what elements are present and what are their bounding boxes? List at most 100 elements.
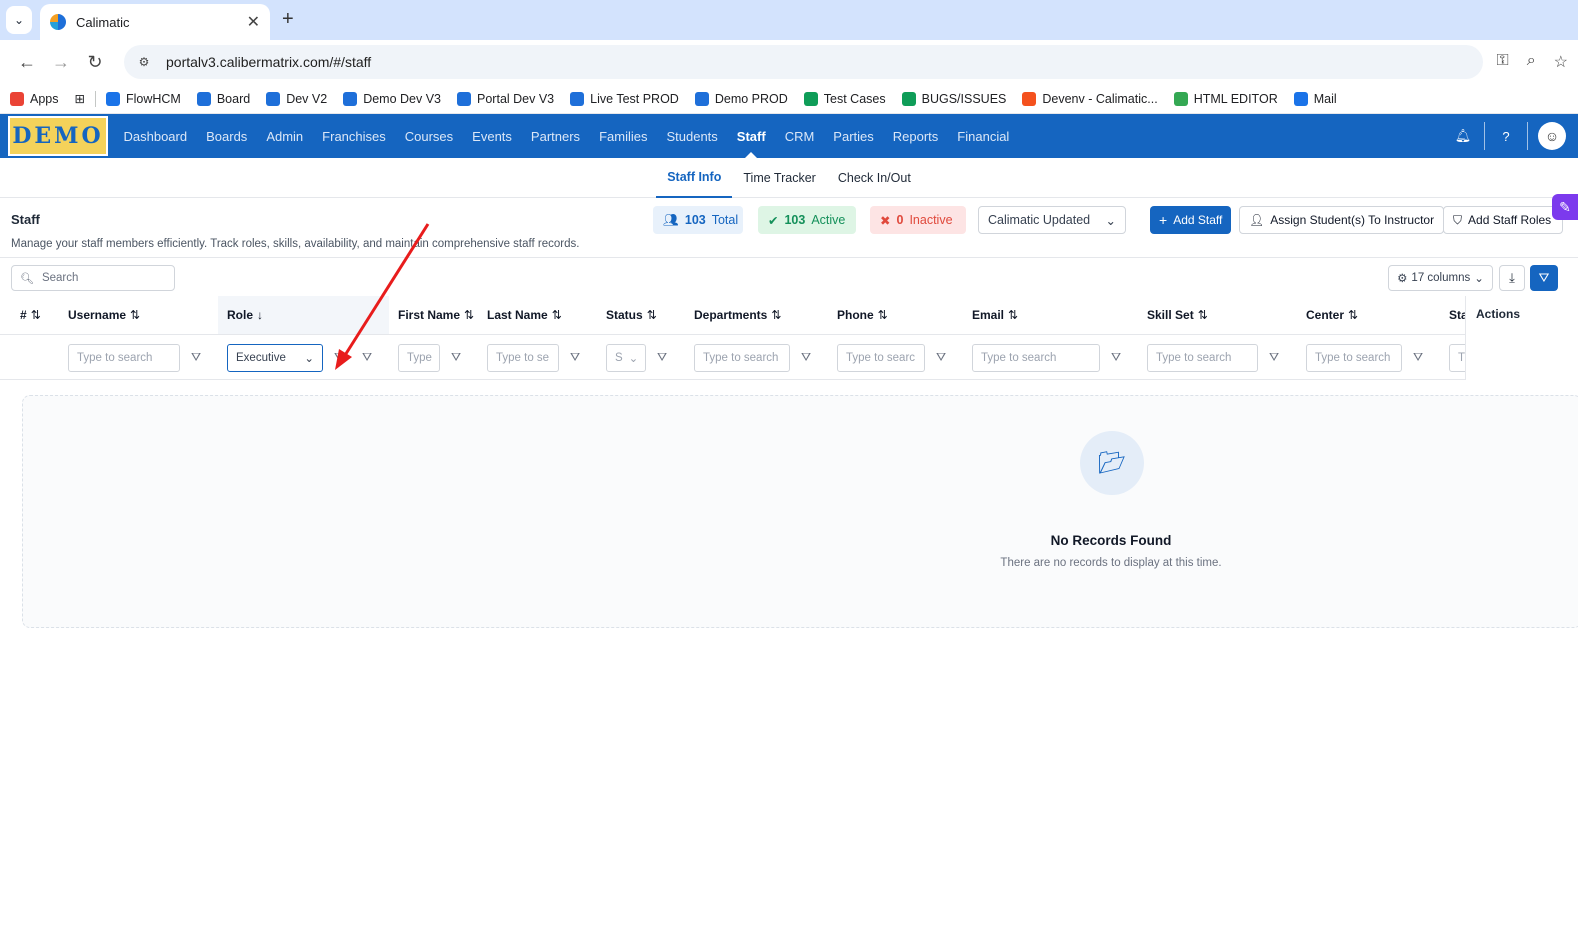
bookmark-item[interactable]: FlowHCM xyxy=(105,91,181,106)
bookmark-item[interactable]: Board xyxy=(196,91,250,106)
filter-icon[interactable]: ⛛ xyxy=(191,350,201,365)
tab-groups-icon[interactable]: ⊞ xyxy=(75,91,85,106)
filter-icon[interactable]: ⛛ xyxy=(657,350,667,365)
nav-item-boards[interactable]: Boards xyxy=(197,114,257,158)
col-header-role[interactable]: Role ↓ xyxy=(227,296,263,334)
subtab-staff-info[interactable]: Staff Info xyxy=(656,158,733,198)
demo-logo[interactable]: DEMO xyxy=(8,116,108,156)
col-header-skill-set[interactable]: Skill Set ⇅ xyxy=(1147,296,1208,334)
new-tab-icon[interactable]: + xyxy=(282,8,294,31)
avatar[interactable]: ☺ xyxy=(1538,122,1566,150)
bookmark-item[interactable]: Test Cases xyxy=(803,91,886,106)
bookmark-item[interactable]: HTML EDITOR xyxy=(1173,91,1278,106)
nav-item-families[interactable]: Families xyxy=(590,114,657,158)
download-icon[interactable]: ⤓ xyxy=(1499,265,1525,291)
search-input[interactable]: 🔍︎ Search xyxy=(11,265,175,291)
col-header-last-name[interactable]: Last Name ⇅ xyxy=(487,296,562,334)
filter-icon[interactable]: ⛛ xyxy=(1413,350,1423,365)
bookmark-item[interactable]: Demo Dev V3 xyxy=(343,91,441,106)
col-header-index[interactable]: # ⇅ xyxy=(20,296,41,334)
nav-item-franchises[interactable]: Franchises xyxy=(313,114,396,158)
bookmark-item[interactable]: Demo PROD xyxy=(694,91,788,106)
help-icon[interactable]: ? xyxy=(1485,129,1527,144)
assign-students-button[interactable]: 👤︎ Assign Student(s) To Instructor xyxy=(1239,206,1445,234)
role-filter-select[interactable]: Executive ⌄ xyxy=(227,344,323,372)
nav-item-partners[interactable]: Partners xyxy=(521,114,589,158)
grid-toolbar: 🔍︎ Search ⚙ 17 columns ⌄ ⤓ ⛛ xyxy=(0,258,1578,296)
nav-item-admin[interactable]: Admin xyxy=(257,114,313,158)
sort-icon[interactable]: ⇅ xyxy=(771,308,781,322)
filter-icon[interactable]: ⛛ xyxy=(1269,350,1279,365)
sort-icon[interactable]: ⇅ xyxy=(130,308,140,322)
back-icon[interactable]: ← xyxy=(10,52,44,73)
nav-item-staff[interactable]: Staff xyxy=(727,114,775,158)
nav-item-dashboard[interactable]: Dashboard xyxy=(114,114,197,158)
nav-item-students[interactable]: Students xyxy=(657,114,727,158)
sort-icon[interactable]: ⇅ xyxy=(647,308,657,322)
zoom-icon[interactable]: ⌕ xyxy=(1527,52,1536,72)
sort-icon[interactable]: ⇅ xyxy=(464,308,474,322)
skill-set-filter-input[interactable]: Type to search xyxy=(1147,344,1258,372)
edit-pencil-icon[interactable]: ✎ xyxy=(1552,194,1578,220)
add-staff-roles-button[interactable]: ⛉ Add Staff Roles xyxy=(1443,206,1563,234)
forward-icon[interactable]: → xyxy=(44,52,78,73)
last-name-filter-input[interactable]: Type to se xyxy=(487,344,559,372)
tab-search-chevron-icon[interactable]: ⌄ xyxy=(6,6,32,34)
phone-filter-input[interactable]: Type to searc xyxy=(837,344,925,372)
bookmark-star-icon[interactable]: ☆ xyxy=(1554,52,1568,72)
nav-item-events[interactable]: Events xyxy=(463,114,522,158)
sort-icon[interactable]: ⇅ xyxy=(31,308,41,322)
bookmark-item[interactable]: Apps xyxy=(10,91,59,106)
col-header-center[interactable]: Center ⇅ xyxy=(1306,296,1358,334)
sort-icon[interactable]: ⇅ xyxy=(1348,308,1358,322)
center-select[interactable]: Calimatic Updated ⌄ xyxy=(978,206,1126,234)
nav-item-financial[interactable]: Financial xyxy=(948,114,1019,158)
col-header-username[interactable]: Username ⇅ xyxy=(68,296,140,334)
status-filter-select[interactable]: S ⌄ xyxy=(606,344,646,372)
email-filter-input[interactable]: Type to search xyxy=(972,344,1100,372)
nav-item-parties[interactable]: Parties xyxy=(824,114,883,158)
departments-filter-input[interactable]: Type to search xyxy=(694,344,790,372)
reload-icon[interactable]: ↻ xyxy=(78,52,112,73)
sort-icon[interactable]: ⇅ xyxy=(1198,308,1208,322)
columns-button[interactable]: ⚙ 17 columns ⌄ xyxy=(1388,265,1493,291)
browser-tab[interactable]: Calimatic ✕ xyxy=(40,4,270,40)
bookmark-item[interactable]: Dev V2 xyxy=(266,91,327,106)
close-tab-icon[interactable]: ✕ xyxy=(247,12,260,32)
sort-icon[interactable]: ⇅ xyxy=(1008,308,1018,322)
center-filter-input[interactable]: Type to search xyxy=(1306,344,1402,372)
nav-item-reports[interactable]: Reports xyxy=(883,114,948,158)
first-name-filter-input[interactable]: Type xyxy=(398,344,440,372)
col-header-phone[interactable]: Phone ⇅ xyxy=(837,296,888,334)
add-staff-button[interactable]: + Add Staff xyxy=(1150,206,1232,234)
filter-icon[interactable]: ⛛ xyxy=(936,350,946,365)
username-filter-input[interactable]: Type to search xyxy=(68,344,180,372)
sort-icon[interactable]: ⇅ xyxy=(552,308,562,322)
bookmark-item[interactable]: Devenv - Calimatic... xyxy=(1022,91,1158,106)
col-header-email[interactable]: Email ⇅ xyxy=(972,296,1018,334)
filter-icon[interactable]: ⛛ xyxy=(334,350,344,365)
password-key-icon[interactable]: ⚿ xyxy=(1497,52,1509,72)
bookmark-item[interactable]: BUGS/ISSUES xyxy=(901,91,1006,106)
sort-desc-icon[interactable]: ↓ xyxy=(257,308,263,322)
col-header-first-name[interactable]: First Name ⇅ xyxy=(398,296,474,334)
clear-filter-icon[interactable]: ⛛ xyxy=(362,350,372,365)
filter-icon[interactable]: ⛛ xyxy=(1111,350,1121,365)
bookmark-item[interactable]: Mail xyxy=(1293,91,1337,106)
subtab-time-tracker[interactable]: Time Tracker xyxy=(732,158,826,198)
bookmark-item[interactable]: Live Test PROD xyxy=(570,91,679,106)
col-header-departments[interactable]: Departments ⇅ xyxy=(694,296,781,334)
bell-icon[interactable]: 🔔︎ xyxy=(1442,128,1484,144)
filter-icon[interactable]: ⛛ xyxy=(451,350,461,365)
subtab-check-in-out[interactable]: Check In/Out xyxy=(827,158,922,198)
sort-icon[interactable]: ⇅ xyxy=(878,308,888,322)
col-header-status[interactable]: Status ⇅ xyxy=(606,296,657,334)
filter-toggle-icon[interactable]: ⛛ xyxy=(1530,265,1558,291)
filter-icon[interactable]: ⛛ xyxy=(801,350,811,365)
url-field[interactable]: ⚙ portalv3.calibermatrix.com/#/staff xyxy=(124,45,1483,79)
nav-item-courses[interactable]: Courses xyxy=(395,114,462,158)
filter-icon[interactable]: ⛛ xyxy=(570,350,580,365)
bookmark-item[interactable]: Portal Dev V3 xyxy=(457,91,554,106)
site-settings-icon[interactable]: ⚙ xyxy=(134,52,154,72)
nav-item-crm[interactable]: CRM xyxy=(775,114,824,158)
